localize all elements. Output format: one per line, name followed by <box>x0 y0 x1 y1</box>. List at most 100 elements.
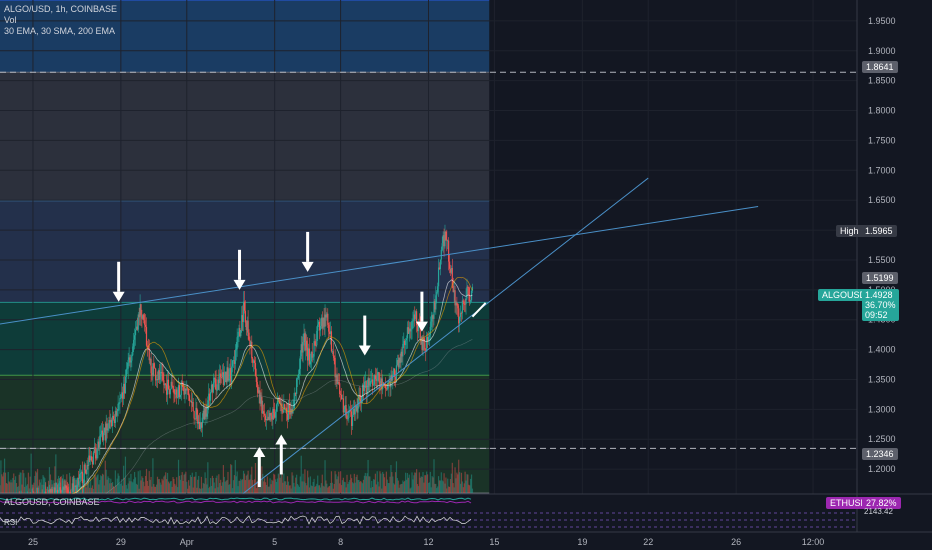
candle-body <box>132 346 134 356</box>
time-tick-label: 12:00 <box>802 537 825 547</box>
subpanel-title: ALGOUSD, COINBASE <box>4 497 100 507</box>
candle-body <box>261 396 263 414</box>
candle-body <box>215 379 217 391</box>
candle-body <box>372 384 375 386</box>
candle-body <box>435 295 437 310</box>
candle-body <box>370 381 372 382</box>
candle-body <box>412 320 414 322</box>
candle-body <box>255 376 257 382</box>
price-tick-label: 1.7500 <box>868 135 896 145</box>
candle-body <box>274 411 277 418</box>
candle-body <box>214 377 216 380</box>
candle-body <box>339 383 341 395</box>
candle-body <box>66 488 68 490</box>
candle-body <box>133 339 135 347</box>
time-tick-label: 19 <box>577 537 587 547</box>
price-chart[interactable]: 1.9500 1.9000 1.8500 1.8000 1.7500 1.7000 1.65… <box>0 0 932 550</box>
candle-body <box>162 373 164 381</box>
candle-body <box>372 379 374 386</box>
candle-body <box>100 434 102 436</box>
candle-body <box>243 301 246 311</box>
candle-body <box>264 413 266 416</box>
price-tick-label: 1.3500 <box>868 374 896 384</box>
candle-body <box>251 341 253 359</box>
chart-legend[interactable]: ALGO/USD, 1h, COINBASE Vol 30 EMA, 30 SM… <box>4 4 117 37</box>
candle-body <box>306 340 308 348</box>
candle-body <box>240 330 242 337</box>
candle-body <box>82 482 84 484</box>
time-tick-label: 25 <box>28 537 38 547</box>
candle-body <box>312 356 314 358</box>
candle-body <box>177 397 179 399</box>
candle-body <box>256 381 258 387</box>
candle-body <box>92 452 94 465</box>
volume-bar <box>471 488 474 493</box>
candle-body <box>188 389 190 396</box>
candle-body <box>275 404 278 412</box>
candle-body <box>424 341 426 350</box>
candle-body <box>236 337 238 350</box>
candle-body <box>340 394 342 395</box>
candle-body <box>254 363 257 377</box>
candle-body <box>154 367 156 369</box>
candle-body <box>330 331 333 352</box>
candle-body <box>124 376 127 394</box>
time-tick-label: Apr <box>180 537 194 547</box>
candle-body <box>131 355 133 361</box>
candle-body <box>99 435 101 448</box>
time-tick-label: 15 <box>489 537 499 547</box>
time-tick-label: 12 <box>423 537 433 547</box>
candle-body <box>294 392 296 401</box>
candle-body <box>327 313 329 325</box>
candle-body <box>144 324 147 327</box>
fibonacci-retracement[interactable] <box>0 0 490 494</box>
price-tick-label: 1.2500 <box>868 434 896 444</box>
candle-body <box>448 240 450 262</box>
lower-level-badge: 1.2346 <box>862 448 898 460</box>
candle-body <box>297 374 300 379</box>
candle-body <box>127 359 129 369</box>
candle-body <box>150 358 152 374</box>
time-tick-label: 22 <box>643 537 653 547</box>
candle-body <box>79 474 81 479</box>
candle-body <box>253 360 256 364</box>
candle-body <box>247 320 249 333</box>
candle-body <box>248 332 250 341</box>
candle-body <box>172 386 174 390</box>
candle-body <box>159 372 161 380</box>
time-axis[interactable]: 25 29 Apr 5 8 12 15 19 22 26 12:00 <box>0 531 932 547</box>
price-change: 36.70% <box>865 300 896 310</box>
candle-body <box>445 231 447 240</box>
candle-body <box>244 310 246 323</box>
candle-body <box>459 316 461 324</box>
candle-body <box>273 409 275 414</box>
candle-body <box>334 357 336 378</box>
candle-body <box>448 261 451 269</box>
time-tick-label: 8 <box>338 537 343 547</box>
price-tick-label: 1.9500 <box>868 16 896 26</box>
indicator-subpanel[interactable] <box>0 493 932 532</box>
symbol-title[interactable]: ALGO/USD, 1h, COINBASE <box>4 4 117 15</box>
candle-body <box>332 351 334 357</box>
candle-body <box>130 360 132 363</box>
fib-zone <box>0 200 490 303</box>
candle-body <box>116 411 118 416</box>
candle-body <box>231 360 234 367</box>
candle-body <box>309 361 311 365</box>
candle-body <box>67 489 69 494</box>
current-price-badge: 1.4928 36.70% 09:52 <box>862 289 899 321</box>
candle-body <box>206 413 208 417</box>
candle-body <box>173 389 175 394</box>
fib-zone <box>0 375 490 449</box>
candle-body <box>411 321 413 329</box>
candle-body <box>133 335 136 340</box>
candle-body <box>84 464 86 470</box>
candle-body <box>59 487 62 494</box>
upper-level-badge: 1.8641 <box>862 61 898 73</box>
candle-body <box>369 381 371 386</box>
candle-body <box>144 320 146 325</box>
candle-body <box>165 383 167 385</box>
indicators-legend[interactable]: 30 EMA, 30 SMA, 200 EMA <box>4 26 117 37</box>
candle-body <box>429 327 431 336</box>
volume-legend[interactable]: Vol <box>4 15 117 26</box>
